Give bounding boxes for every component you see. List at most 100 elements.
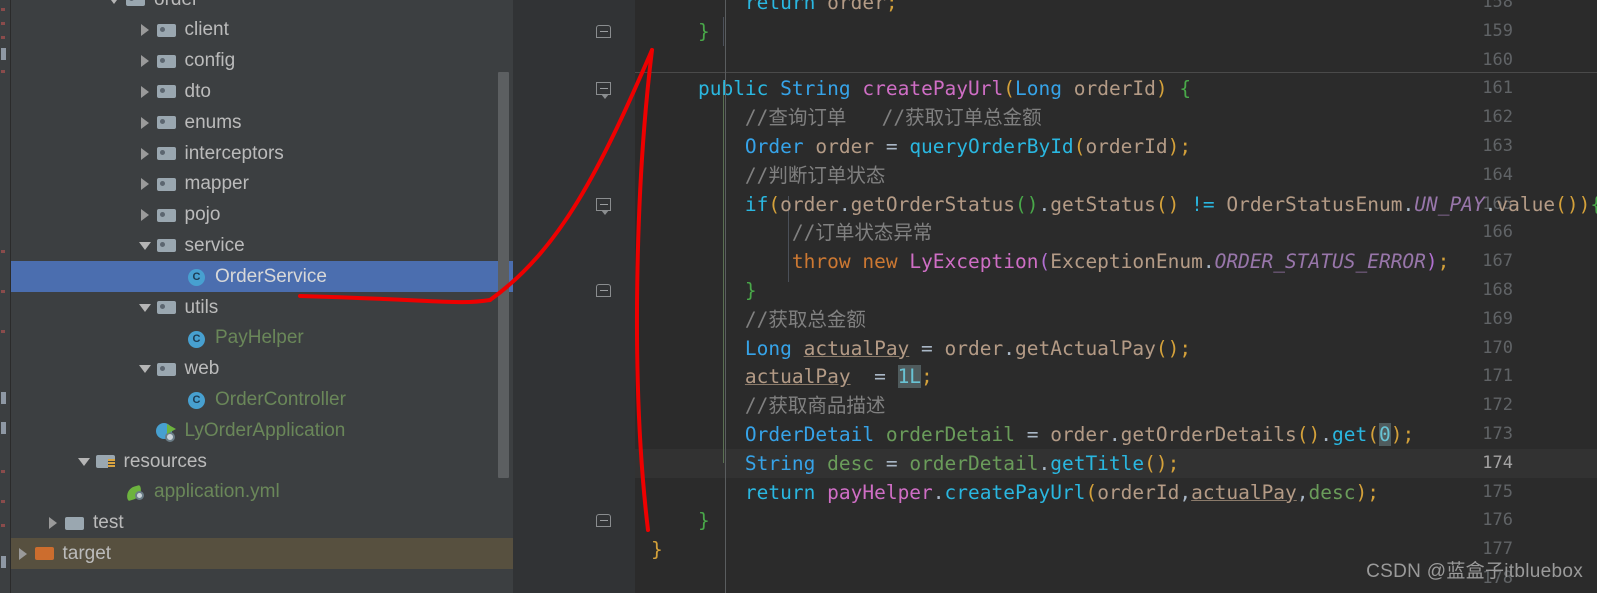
chevron-down-icon[interactable] [134,292,156,323]
tree-item-interceptors[interactable]: interceptors [11,138,513,169]
folder-icon [125,0,147,15]
code-token: . [1038,192,1051,216]
code-token: = [874,451,910,475]
chevron-right-icon[interactable] [134,200,156,231]
code-line[interactable]: String desc = orderDetail.getTitle(); [635,449,1597,478]
code-token: = [1014,423,1051,446]
chevron-right-icon[interactable] [134,107,156,138]
code-token: LyException [909,250,1039,274]
tree-item-application-yml[interactable]: application.yml [11,477,513,508]
tree-item-mapper[interactable]: mapper [11,169,513,200]
code-editor[interactable]: 158 return order; 159 } 160 161 public Stri… [513,0,1597,593]
code-line[interactable]: if(order.getOrderStatus().getStatus() !=… [635,190,1597,219]
code-token: getOrderDetails [1120,423,1297,446]
tree-item-target[interactable]: target [11,538,513,570]
tree-item-label: client [184,19,229,41]
tree-item-utils[interactable]: utils [11,292,513,323]
code-token: UN_PAY [1414,192,1485,216]
fold-end-icon[interactable] [595,22,613,40]
tree-item-ordercontroller[interactable]: OrderController [11,384,513,415]
fold-expand-icon[interactable] [595,195,613,215]
code-line[interactable]: //判断订单状态 [635,161,1597,190]
code-token: desc [1308,480,1356,504]
code-token: //订单状态异常 [651,221,933,245]
editor-gutter[interactable] [513,0,635,593]
tree-item-dto[interactable]: dto [11,76,513,107]
code-line[interactable]: //查询订单 //获取订单总金额 [635,103,1597,132]
code-token: getActualPay [1015,336,1156,360]
chevron-right-icon[interactable] [42,508,64,539]
folder-icon [156,200,178,231]
code-line[interactable]: } [635,17,1597,46]
chevron-down-icon[interactable] [134,230,156,261]
code-token: = [874,135,910,158]
code-token: createPayUrl [944,480,1086,504]
fold-end-icon[interactable] [595,281,613,299]
code-line[interactable]: //订单状态异常 [635,218,1597,247]
code-line[interactable]: //获取总金额 [635,305,1597,334]
tree-item-orderservice[interactable]: OrderService [11,261,513,293]
tree-item-config[interactable]: config [11,46,513,77]
code-token: Long [1015,77,1062,101]
tree-item-pojo[interactable]: pojo [11,200,513,231]
chevron-right-icon[interactable] [134,138,156,169]
tree-item-order[interactable]: order [11,0,513,15]
project-tree-panel[interactable]: order client config dto enums interceptors map… [11,0,513,593]
chevron-down-icon[interactable] [73,446,95,477]
fold-end-icon[interactable] [595,511,613,529]
code-token: = [909,336,945,360]
tree-item-web[interactable]: web [11,354,513,385]
folder-icon [156,107,178,138]
chevron-right-icon[interactable] [134,169,156,200]
tree-item-service[interactable]: service [11,230,513,261]
tree-item-label: PayHelper [215,327,304,349]
code-line[interactable]: return order; [635,0,1597,17]
tree-item-label: service [184,234,245,256]
code-line[interactable]: return payHelper.createPayUrl(orderId,ac… [635,478,1597,507]
code-line[interactable]: Long actualPay = order.getActualPay(); [635,334,1597,363]
code-line[interactable]: OrderDetail orderDetail = order.getOrder… [635,420,1597,449]
code-token: ) [1155,77,1168,101]
tree-item-enums[interactable]: enums [11,107,513,138]
tree-item-payhelper[interactable]: PayHelper [11,323,513,354]
chevron-down-icon[interactable] [103,0,125,15]
spring-boot-app-icon [155,415,178,446]
code-token: () [1555,192,1579,216]
code-token: actualPay [803,336,910,360]
code-line[interactable]: } [635,506,1597,535]
chevron-right-icon[interactable] [12,538,34,569]
folder-icon [64,508,86,539]
folder-icon [156,15,178,46]
code-token: getOrderStatus [850,192,1015,216]
tree-item-test[interactable]: test [11,508,513,539]
tree-item-client[interactable]: client [11,15,513,46]
fold-expand-icon[interactable] [595,79,613,100]
code-line[interactable]: Order order = queryOrderById(orderId); [635,132,1597,161]
code-line[interactable]: public String createPayUrl(Long orderId)… [635,74,1597,103]
chevron-right-icon[interactable] [134,46,156,77]
chevron-right-icon[interactable] [134,15,156,46]
tree-scrollbar-thumb[interactable] [498,72,509,478]
code-line[interactable]: //获取商品描述 [635,391,1597,420]
code-token: order [815,135,875,158]
code-token: desc [827,451,875,475]
tree-scrollbar-track[interactable] [498,0,511,593]
code-line[interactable] [635,46,1597,75]
code-line[interactable]: actualPay = 1L; [635,362,1597,391]
chevron-right-icon[interactable] [134,76,156,107]
tree-item-resources[interactable]: resources [11,446,513,477]
tree-item-lyorderapplication[interactable]: LyOrderApplication [11,415,513,446]
code-token: . [1038,451,1051,475]
code-line[interactable]: } [635,276,1597,305]
code-token: ( [1038,250,1051,274]
code-token: ( [768,192,781,216]
code-line[interactable]: throw new LyException(ExceptionEnum.ORDE… [635,247,1597,276]
chevron-down-icon[interactable] [134,354,156,385]
code-token: Order [744,135,804,158]
code-token: , [1179,480,1192,504]
